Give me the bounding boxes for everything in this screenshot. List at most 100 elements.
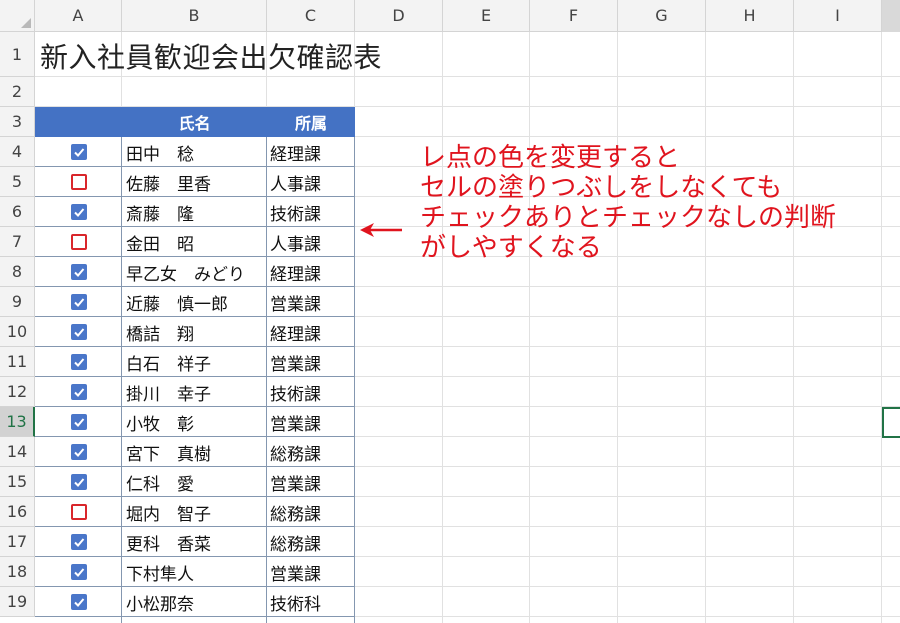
checkmark-icon[interactable] <box>70 204 87 220</box>
row-header-14[interactable]: 14 <box>0 437 35 467</box>
table-header-check <box>35 107 122 137</box>
dept-cell[interactable]: 経理課 <box>270 137 321 167</box>
checkmark-icon[interactable] <box>70 144 87 160</box>
row-header-9[interactable]: 9 <box>0 287 35 317</box>
gridline-vertical <box>881 32 882 623</box>
row-header-17[interactable]: 17 <box>0 527 35 557</box>
dept-cell[interactable]: 営業課 <box>270 287 321 317</box>
checkmark-icon[interactable] <box>70 564 87 580</box>
column-header-f[interactable]: F <box>530 0 618 32</box>
name-cell[interactable]: 宮下 真樹 <box>126 437 211 467</box>
gridline-horizontal <box>35 76 900 77</box>
table-border-h <box>35 496 355 497</box>
row-header-6[interactable]: 6 <box>0 197 35 227</box>
row-header-18[interactable]: 18 <box>0 557 35 587</box>
checkmark-icon[interactable] <box>70 384 87 400</box>
column-header-a[interactable]: A <box>35 0 122 32</box>
row-header-5[interactable]: 5 <box>0 167 35 197</box>
name-cell[interactable]: 白石 祥子 <box>126 347 211 377</box>
row-header-11[interactable]: 11 <box>0 347 35 377</box>
checkmark-icon[interactable] <box>70 474 87 490</box>
row-header-7[interactable]: 7 <box>0 227 35 257</box>
sheet-title: 新入社員歓迎会出欠確認表 <box>40 41 383 74</box>
dept-cell[interactable]: 総務課 <box>270 437 321 467</box>
name-cell[interactable]: 小牧 彰 <box>126 407 194 437</box>
row-header-3[interactable]: 3 <box>0 107 35 137</box>
checkmark-icon[interactable] <box>70 354 87 370</box>
name-cell[interactable]: 下村隼人 <box>126 557 194 587</box>
table-border-h <box>35 376 355 377</box>
name-cell[interactable]: 掛川 幸子 <box>126 377 211 407</box>
name-cell[interactable]: 橋詰 翔 <box>126 317 194 347</box>
dept-cell[interactable]: 総務課 <box>270 527 321 557</box>
table-border-v <box>266 137 267 623</box>
arrow-left-icon <box>360 223 402 237</box>
column-header-h[interactable]: H <box>706 0 794 32</box>
checkmark-icon[interactable] <box>70 324 87 340</box>
checkmark-icon[interactable] <box>70 264 87 280</box>
checkmark-icon[interactable] <box>70 414 87 430</box>
annotation-line-1: レ点の色を変更すると <box>420 143 681 173</box>
name-cell[interactable]: 早乙女 みどり <box>126 257 245 287</box>
column-header-b[interactable]: B <box>122 0 267 32</box>
table-border-v <box>121 137 122 623</box>
scroll-edge <box>882 0 900 32</box>
dept-cell[interactable]: 営業課 <box>270 347 321 377</box>
name-cell[interactable]: 堀内 智子 <box>126 497 211 527</box>
checkmark-icon[interactable] <box>70 444 87 460</box>
annotation-line-2: セルの塗りつぶしをしなくても <box>420 173 783 203</box>
column-header-i[interactable]: I <box>794 0 882 32</box>
select-all-corner[interactable] <box>0 0 35 32</box>
dept-cell[interactable]: 営業課 <box>270 467 321 497</box>
empty-box-icon[interactable] <box>70 234 87 250</box>
row-header-10[interactable]: 10 <box>0 317 35 347</box>
row-header-16[interactable]: 16 <box>0 497 35 527</box>
name-cell[interactable]: 仁科 愛 <box>126 467 194 497</box>
table-border-h <box>35 526 355 527</box>
row-header-13[interactable]: 13 <box>0 407 35 437</box>
name-cell[interactable]: 佐藤 里香 <box>126 167 211 197</box>
name-cell[interactable]: 田中 稔 <box>126 137 194 167</box>
table-border-h <box>35 556 355 557</box>
dept-cell[interactable]: 人事課 <box>270 227 321 257</box>
name-cell[interactable]: 金田 昭 <box>126 227 194 257</box>
row-header-2[interactable]: 2 <box>0 77 35 107</box>
dept-cell[interactable]: 技術課 <box>270 377 321 407</box>
row-header-8[interactable]: 8 <box>0 257 35 287</box>
dept-cell[interactable]: 営業課 <box>270 557 321 587</box>
name-cell[interactable]: 斎藤 隆 <box>126 197 194 227</box>
checkmark-icon[interactable] <box>70 594 87 610</box>
row-header-12[interactable]: 12 <box>0 377 35 407</box>
gridline-vertical <box>617 32 618 623</box>
table-border-h <box>35 286 355 287</box>
name-cell[interactable]: 近藤 慎一郎 <box>126 287 228 317</box>
dept-cell[interactable]: 営業課 <box>270 407 321 437</box>
active-cell-selection[interactable] <box>882 407 900 438</box>
empty-box-icon[interactable] <box>70 504 87 520</box>
table-border-h <box>35 256 355 257</box>
row-header-15[interactable]: 15 <box>0 467 35 497</box>
name-cell[interactable]: 小松那奈 <box>126 587 194 617</box>
spreadsheet-grid[interactable]: A B C D E F G H I 1 2 3 4 5 6 7 8 9 10 11 12 13 14 15 16 17 18 19 氏名… <box>0 0 900 623</box>
annotation-note: レ点の色を変更すると セルの塗りつぶしをしなくても チェックありとチェックなしの… <box>420 143 836 263</box>
column-header-e[interactable]: E <box>443 0 530 32</box>
row-header-4[interactable]: 4 <box>0 137 35 167</box>
dept-cell[interactable]: 経理課 <box>270 317 321 347</box>
column-header-g[interactable]: G <box>618 0 706 32</box>
gridline-vertical <box>442 32 443 623</box>
column-header-d[interactable]: D <box>355 0 443 32</box>
annotation-line-4: がしやすくなる <box>420 233 602 263</box>
row-header-19[interactable]: 19 <box>0 587 35 617</box>
name-cell[interactable]: 更科 香菜 <box>126 527 211 557</box>
column-header-c[interactable]: C <box>267 0 355 32</box>
table-border-h <box>35 196 355 197</box>
dept-cell[interactable]: 経理課 <box>270 257 321 287</box>
dept-cell[interactable]: 人事課 <box>270 167 321 197</box>
row-header-1[interactable]: 1 <box>0 32 35 77</box>
dept-cell[interactable]: 技術科 <box>270 587 321 617</box>
dept-cell[interactable]: 総務課 <box>270 497 321 527</box>
dept-cell[interactable]: 技術課 <box>270 197 321 227</box>
checkmark-icon[interactable] <box>70 294 87 310</box>
checkmark-icon[interactable] <box>70 534 87 550</box>
empty-box-icon[interactable] <box>70 174 87 190</box>
